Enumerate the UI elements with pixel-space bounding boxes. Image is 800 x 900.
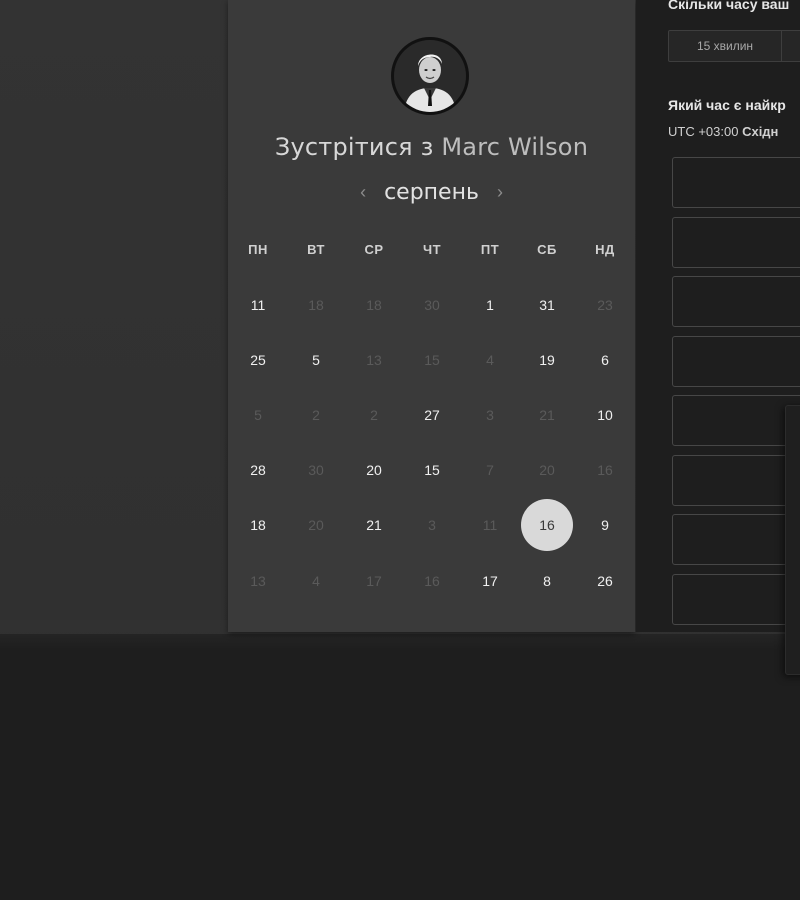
scheduler-card: Зустрітися з Marc Wilson ‹ серпень › ПН В… — [228, 0, 635, 632]
timezone-offset: UTC +03:00 — [668, 124, 739, 139]
page-title: Зустрітися з Marc Wilson — [228, 133, 635, 161]
calendar-day: 2 — [370, 407, 378, 423]
calendar-day: 16 — [597, 462, 613, 478]
calendar-day: 4 — [312, 573, 320, 589]
calendar-day: 18 — [308, 297, 324, 313]
time-slot-button[interactable] — [672, 573, 800, 625]
calendar-day: 13 — [366, 352, 382, 368]
duration-option-button[interactable]: 15 хвилин — [668, 30, 782, 62]
weekday-header: ПН ВТ СР ЧТ ПТ СБ НД — [228, 242, 635, 262]
calendar-day: 5 — [254, 407, 262, 423]
calendar-day[interactable]: 20 — [348, 444, 400, 496]
host-name: Marc Wilson — [441, 133, 589, 161]
calendar-day: 15 — [424, 352, 440, 368]
chevron-left-icon[interactable]: ‹ — [356, 182, 370, 203]
calendar-day: 20 — [539, 462, 555, 478]
calendar-day: 11 — [482, 517, 498, 533]
calendar-day[interactable]: 19 — [521, 334, 573, 386]
calendar-day[interactable]: 27 — [406, 389, 458, 441]
title-prefix: Зустрітися з — [274, 133, 434, 161]
calendar-day[interactable]: 28 — [232, 444, 284, 496]
duration-question: Скільки часу ваш — [668, 0, 790, 12]
month-label: серпень — [384, 180, 479, 205]
calendar-day: 16 — [424, 573, 440, 589]
calendar-day[interactable]: 15 — [406, 444, 458, 496]
time-slot-button[interactable] — [672, 216, 800, 268]
calendar-day[interactable]: 9 — [579, 499, 631, 551]
calendar-day: 21 — [539, 407, 555, 423]
weekday-label: НД — [595, 242, 615, 257]
calendar-day: 7 — [486, 462, 494, 478]
time-slot-button[interactable] — [672, 454, 800, 506]
calendar-day[interactable]: 31 — [521, 279, 573, 331]
chevron-right-icon[interactable]: › — [493, 182, 507, 203]
calendar-day[interactable]: 25 — [232, 334, 284, 386]
weekday-label: СР — [364, 242, 384, 257]
calendar-day[interactable]: 18 — [232, 499, 284, 551]
calendar-day: 23 — [597, 297, 613, 313]
calendar-day: 4 — [486, 352, 494, 368]
calendar-day: 3 — [428, 517, 436, 533]
time-slot-button[interactable] — [672, 514, 800, 565]
calendar-day[interactable]: 8 — [521, 555, 573, 607]
calendar-day: 30 — [424, 297, 440, 313]
time-slot-button[interactable] — [672, 395, 800, 446]
weekday-label: ВТ — [307, 242, 325, 257]
weekday-label: ЧТ — [422, 242, 442, 257]
calendar-day[interactable]: 26 — [579, 555, 631, 607]
weekday-label: ПТ — [480, 242, 500, 257]
month-navigation: ‹ серпень › — [228, 180, 635, 205]
time-slot-button[interactable] — [672, 276, 800, 327]
calendar-day[interactable]: 21 — [348, 499, 400, 551]
calendar-day[interactable]: 6 — [579, 334, 631, 386]
calendar-day[interactable]: 1 — [464, 279, 516, 331]
time-question: Який час є найкр — [668, 97, 786, 113]
calendar-day: 18 — [366, 297, 382, 313]
calendar-day: 3 — [486, 407, 494, 423]
calendar-day[interactable]: 17 — [464, 555, 516, 607]
host-portrait-icon — [394, 40, 466, 112]
dropdown-popup — [785, 405, 800, 675]
booking-panel: Скільки часу ваш 15 хвилин Який час є на… — [636, 0, 800, 632]
timezone-name: Східн — [742, 124, 779, 139]
avatar — [391, 37, 469, 115]
weekday-label: СБ — [537, 242, 557, 257]
weekday-label: ПН — [248, 242, 268, 257]
calendar-day: 30 — [308, 462, 324, 478]
calendar-day: 2 — [312, 407, 320, 423]
duration-option-button-next[interactable] — [782, 30, 800, 62]
calendar-day: 13 — [250, 573, 266, 589]
calendar-day-selected[interactable]: 16 — [521, 499, 573, 551]
calendar-day[interactable]: 11 — [232, 279, 284, 331]
calendar-grid: 11 18 18 30 1 31 23 25 5 13 15 4 19 6 5 2 2 27 3 21 10 28 30 20… — [228, 278, 635, 608]
calendar-day[interactable]: 10 — [579, 389, 631, 441]
time-slot-button[interactable] — [672, 157, 800, 208]
time-slot-button[interactable] — [672, 335, 800, 387]
calendar-day[interactable]: 5 — [290, 334, 342, 386]
timezone-label: UTC +03:00 Східн — [668, 124, 778, 139]
calendar-day: 20 — [308, 517, 324, 533]
calendar-day: 17 — [366, 573, 382, 589]
